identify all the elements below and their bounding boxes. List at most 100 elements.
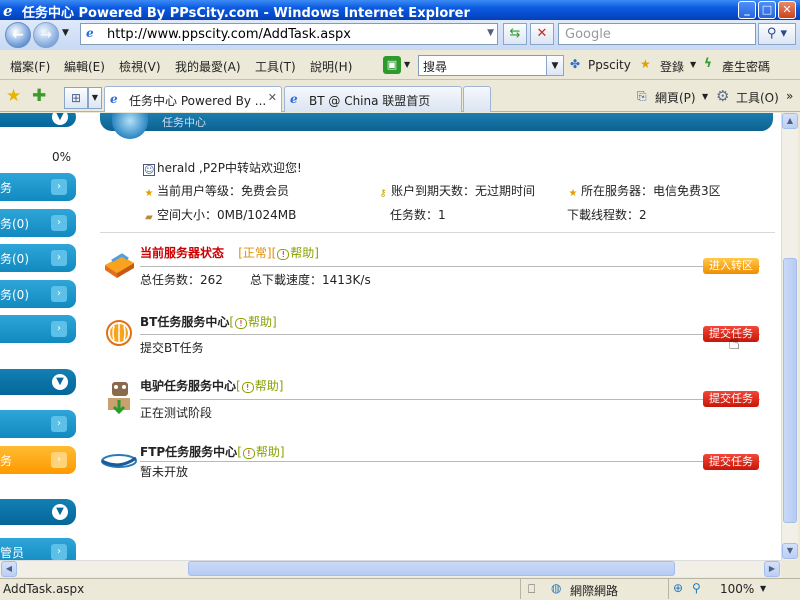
- menu-favorites[interactable]: 我的最愛(A): [175, 58, 241, 75]
- tab-list-dropdown[interactable]: ▼: [88, 87, 102, 109]
- address-url: http://www.ppscity.com/AddTask.aspx: [107, 27, 351, 42]
- sidebar-header-top[interactable]: ▼: [0, 113, 76, 127]
- horizontal-scroll-thumb[interactable]: [188, 561, 675, 576]
- sidebar-button-1[interactable]: 务 ›: [0, 173, 76, 201]
- new-tab-button[interactable]: [463, 86, 491, 112]
- arrow-right-icon: ›: [51, 250, 67, 266]
- tools-menu-button[interactable]: 工具(O): [736, 89, 779, 106]
- arrow-right-icon: ›: [51, 286, 67, 302]
- quick-tabs-button[interactable]: ⊞: [64, 87, 88, 109]
- scroll-up-button[interactable]: ▲: [782, 113, 798, 129]
- lightning-icon: ϟ: [704, 56, 712, 70]
- address-toolbar: ← → ▼ e http://www.ppscity.com/AddTask.a…: [0, 20, 800, 50]
- globe-icon: ◍: [551, 581, 562, 595]
- divider: [100, 232, 775, 233]
- service-title: FTP任务服务中心: [140, 445, 238, 459]
- favorites-star-icon[interactable]: ★: [6, 86, 21, 106]
- submit-ftp-task-button[interactable]: 提交任务: [703, 454, 759, 470]
- sidebar-button-label: 务(0): [0, 217, 29, 231]
- sidebar-button-active[interactable]: 务 ›: [0, 446, 76, 474]
- sidebar-section-header-2[interactable]: ▼: [0, 499, 76, 525]
- account-expiry: ⚷ 账户到期天数：无过期时间: [377, 182, 535, 200]
- user-card-icon: ☺: [143, 164, 155, 176]
- login-dropdown-icon[interactable]: ▼: [690, 60, 696, 69]
- arrow-right-icon: ›: [51, 452, 67, 468]
- toolbar-overflow-icon[interactable]: »: [786, 89, 793, 103]
- generate-password-button[interactable]: 產生密碼: [722, 58, 770, 75]
- page-menu-button[interactable]: 網頁(P): [655, 89, 696, 106]
- tab-bt-china[interactable]: e BT @ China 联盟首页: [284, 86, 462, 112]
- scroll-right-button[interactable]: ▶: [764, 561, 780, 577]
- server-info: ★ 所在服务器：电信免费3区: [567, 182, 721, 200]
- zoom-dropdown-icon[interactable]: ▼: [760, 584, 766, 593]
- vertical-scroll-thumb[interactable]: [783, 258, 797, 523]
- zoom-level[interactable]: 100%: [720, 582, 754, 596]
- addon-dropdown-icon[interactable]: ▼: [404, 60, 410, 69]
- status-bar: AddTask.aspx ⎕ ◍ 網際網路 ⊕ ⚲ 100% ▼: [0, 578, 800, 600]
- history-dropdown-icon[interactable]: ▼: [62, 28, 69, 38]
- search-go-button[interactable]: ⚲ ▾: [758, 23, 796, 45]
- menu-help[interactable]: 說明(H): [310, 58, 352, 75]
- divider: [140, 334, 760, 335]
- service-server-status: 当前服务器状态 [正常][! 帮助]: [140, 246, 319, 260]
- status-label: [正常]: [238, 246, 272, 260]
- menu-file[interactable]: 檔案(F): [10, 58, 50, 75]
- section-header: 任务中心: [100, 113, 773, 131]
- popup-blocker-icon[interactable]: ⊕: [673, 581, 683, 595]
- tab-task-center[interactable]: e 任务中心 Powered By ... ✕: [104, 86, 282, 112]
- key-icon: ⚷: [379, 188, 387, 199]
- sidebar-button-5[interactable]: ›: [0, 315, 76, 343]
- sidebar-button-3[interactable]: 务(0) ›: [0, 244, 76, 272]
- sidebar-button-6[interactable]: ›: [0, 410, 76, 438]
- bt-icon: [104, 318, 134, 348]
- sidebar-section-header-1[interactable]: ▼: [0, 369, 76, 395]
- menu-view[interactable]: 檢視(V): [119, 58, 161, 75]
- back-button[interactable]: ←: [5, 22, 31, 48]
- submit-emule-task-button[interactable]: 提交任务: [703, 391, 759, 407]
- page-dropdown-icon[interactable]: ▼: [702, 92, 708, 101]
- ie-page-icon: e: [110, 92, 118, 106]
- help-link[interactable]: ! 帮助]: [276, 246, 319, 260]
- close-tab-icon[interactable]: ✕: [268, 91, 277, 104]
- forward-button[interactable]: →: [33, 22, 59, 48]
- address-dropdown-icon[interactable]: ▼: [487, 28, 494, 38]
- space-info: ▰ 空间大小：0MB/1024MB: [143, 206, 296, 224]
- close-window-button[interactable]: ✕: [778, 1, 796, 19]
- globe-icon: [112, 113, 148, 139]
- security-zone: 網際網路: [570, 584, 619, 598]
- menu-tools[interactable]: 工具(T): [255, 58, 296, 75]
- sidebar-button-2[interactable]: 务(0) ›: [0, 209, 76, 237]
- ftp-description: 暂未开放: [140, 465, 189, 479]
- server-status-icon: [102, 251, 134, 281]
- help-icon: !: [277, 249, 290, 260]
- help-link[interactable]: ! 帮助]: [242, 445, 285, 459]
- search-icon: ⚲ ▾: [766, 26, 788, 41]
- maximize-button[interactable]: □: [758, 1, 776, 19]
- user-level: ★ 当前用户等级：免费会员: [143, 182, 290, 200]
- scroll-down-button[interactable]: ▼: [782, 543, 798, 559]
- sidebar-button-label: 务(0): [0, 252, 29, 266]
- menu-edit[interactable]: 編輯(E): [64, 58, 105, 75]
- help-label: 帮助: [248, 315, 273, 329]
- gear-icon: ⚙: [716, 87, 730, 105]
- help-link[interactable]: ! 帮助]: [234, 315, 277, 329]
- minimize-button[interactable]: _: [738, 1, 756, 19]
- scroll-left-button[interactable]: ◀: [1, 561, 17, 577]
- ppscity-link[interactable]: Ppscity: [588, 58, 631, 72]
- sidebar-button-7[interactable]: 管员 ›: [0, 538, 76, 560]
- toolbar-search-field[interactable]: 搜尋: [418, 55, 564, 76]
- enter-transfer-button[interactable]: 进入转区: [703, 258, 759, 274]
- tab-bar: ★ ✚ ⊞ ▼ e 任务中心 Powered By ... ✕ e BT @ C…: [0, 82, 800, 112]
- web-search-input[interactable]: Google: [558, 23, 756, 45]
- toolbar-search-dropdown[interactable]: ▼: [546, 55, 564, 76]
- help-link[interactable]: ! 帮助]: [241, 379, 283, 393]
- sidebar-button-4[interactable]: 务(0) ›: [0, 280, 76, 308]
- refresh-button[interactable]: ⇆: [503, 23, 527, 45]
- add-favorite-icon[interactable]: ✚: [32, 86, 46, 106]
- ftp-icon: [100, 448, 138, 478]
- toolbar-addon-icon[interactable]: ▣: [383, 56, 401, 74]
- zoom-icon[interactable]: ⚲: [692, 581, 701, 595]
- login-button[interactable]: 登錄: [660, 58, 684, 75]
- stop-button[interactable]: ✕: [530, 23, 554, 45]
- address-field[interactable]: e http://www.ppscity.com/AddTask.aspx ▼: [80, 23, 498, 45]
